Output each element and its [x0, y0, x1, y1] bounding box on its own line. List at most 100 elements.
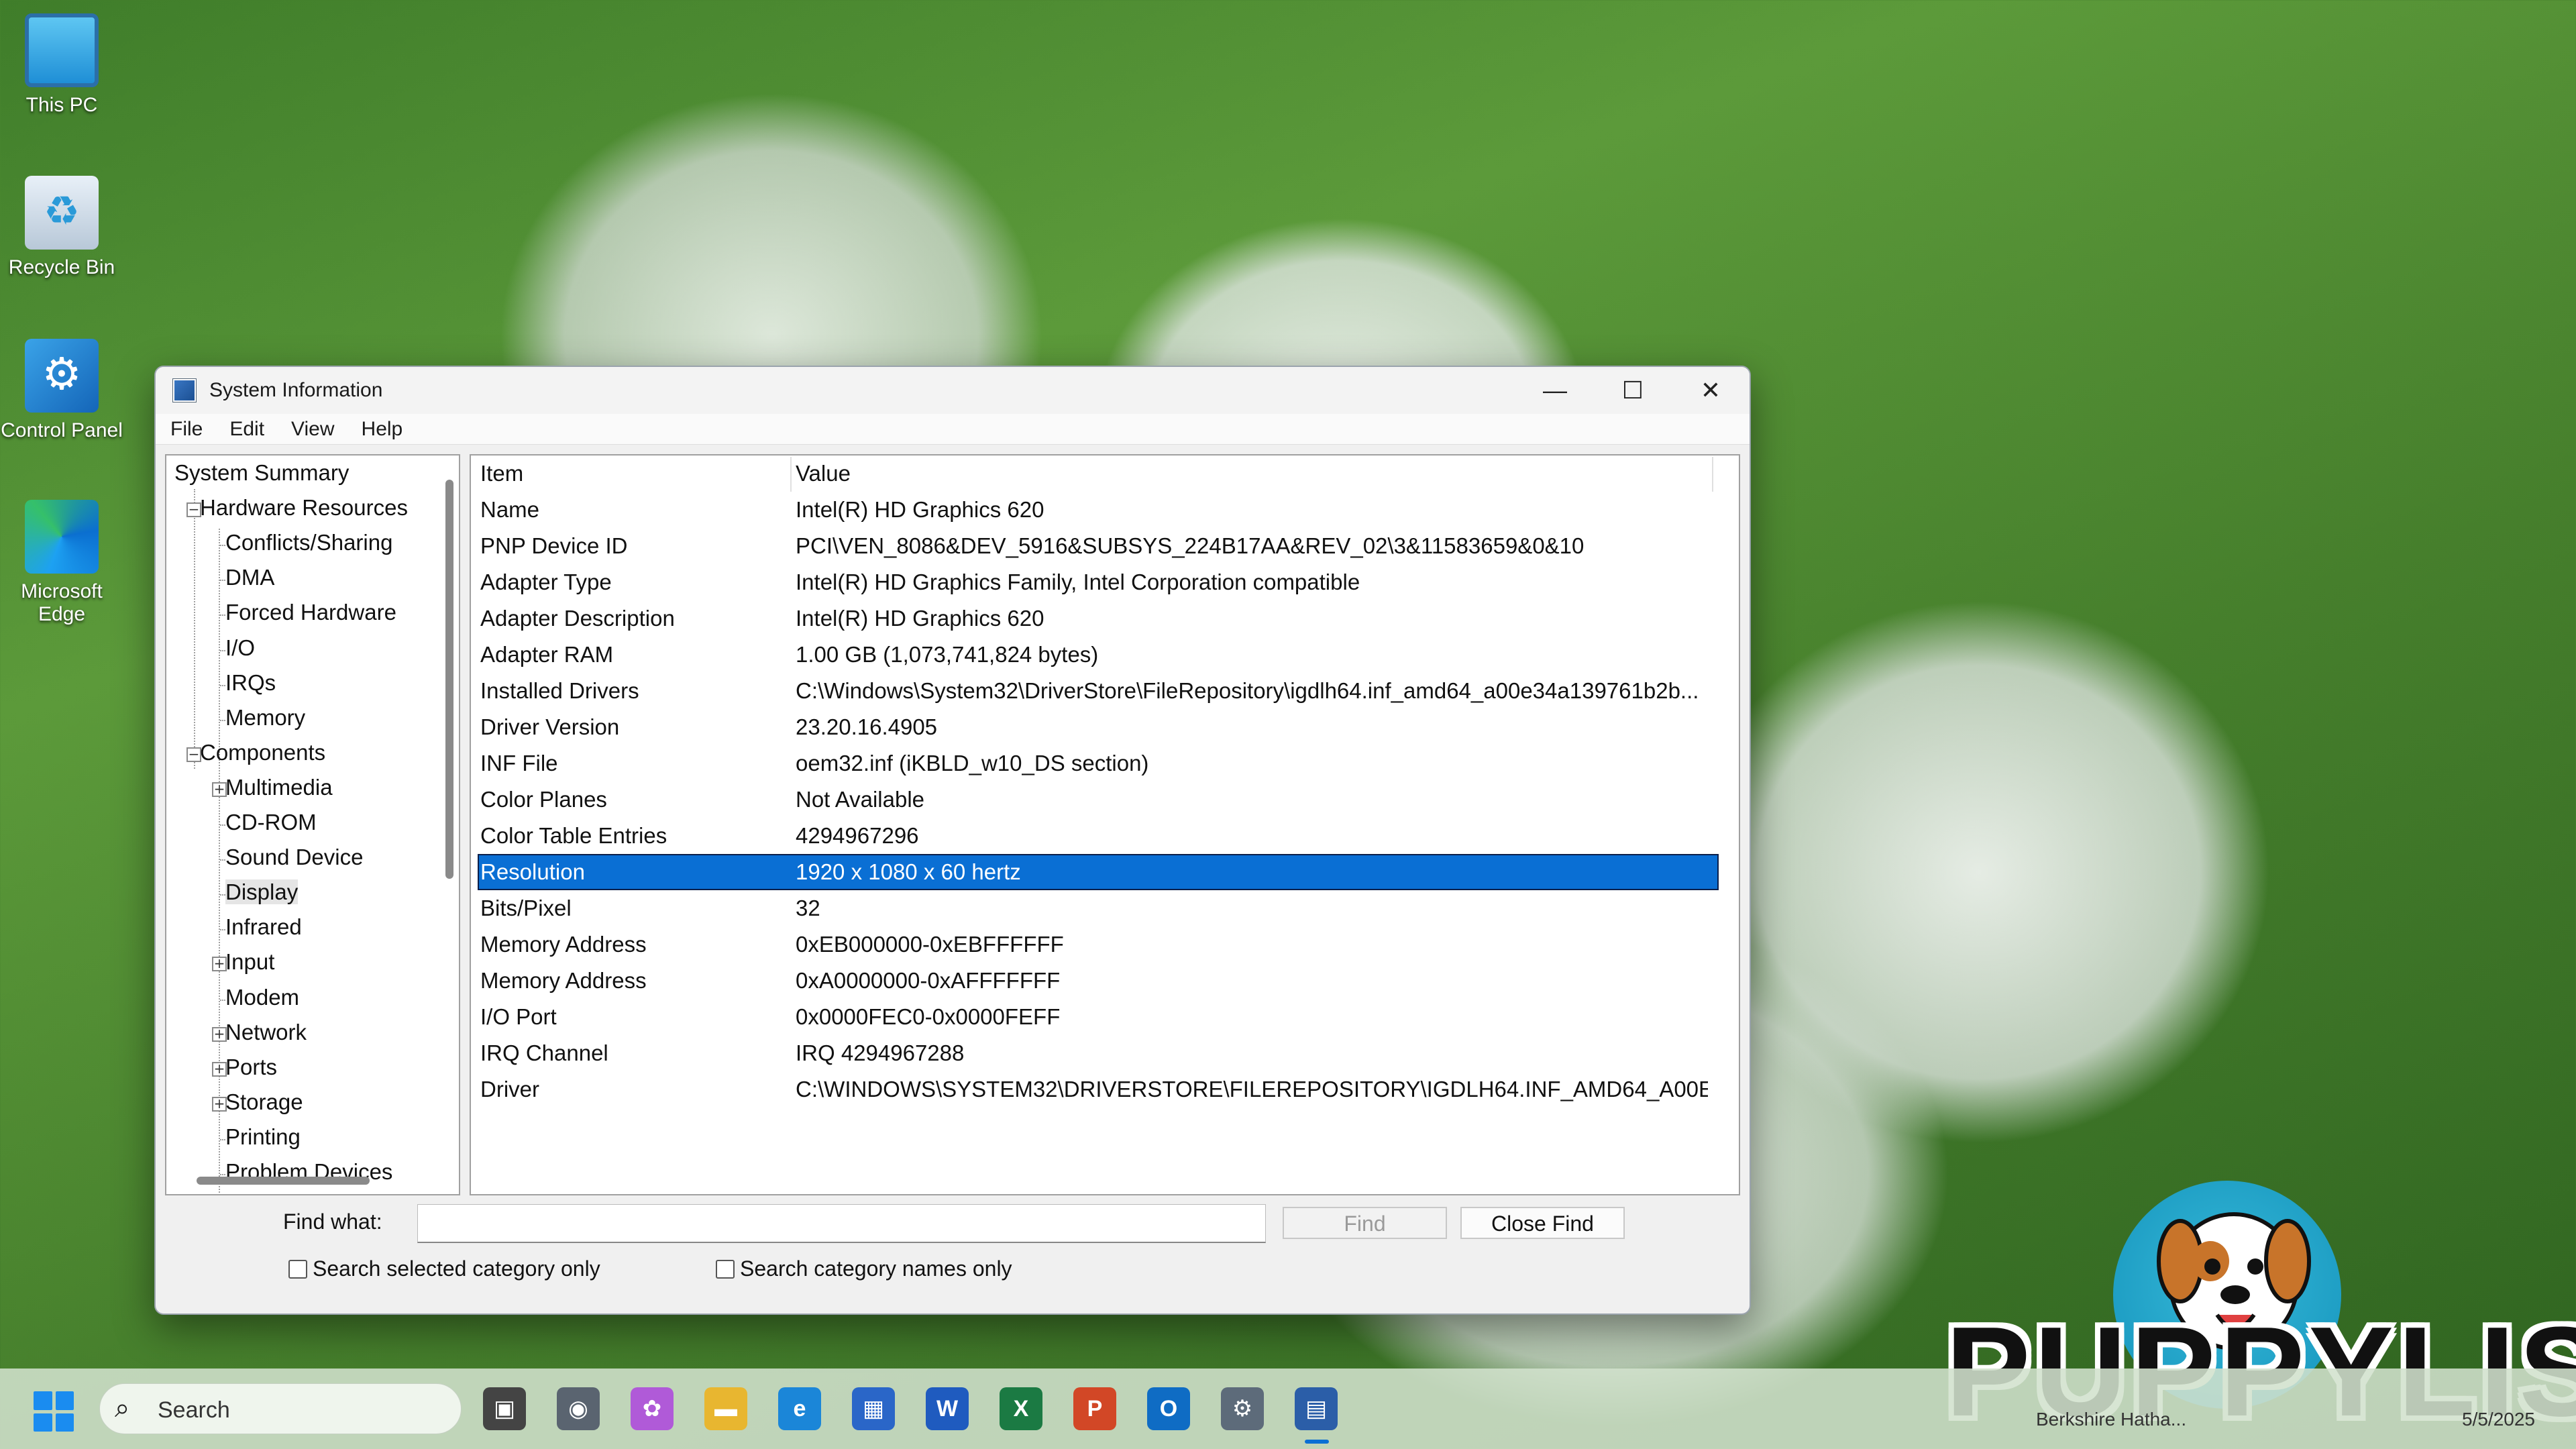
tree-vertical-scrollbar[interactable] — [445, 480, 453, 879]
taskbar-task-view-icon[interactable]: ▣ — [483, 1387, 526, 1430]
table-row[interactable]: Driver C:\WINDOWS\SYSTEM32\DRIVERSTORE\FI… — [478, 1071, 1719, 1108]
table-row[interactable]: Adapter Description Intel(R) HD Graphics … — [478, 600, 1719, 637]
table-row[interactable]: Adapter RAM 1.00 GB (1,073,741,824 bytes) — [478, 637, 1719, 673]
tree-item-hardware-resources[interactable]: Hardware Resources — [200, 493, 408, 527]
tree-item-memory[interactable]: Memory — [225, 703, 305, 737]
menu-file[interactable]: File — [170, 418, 203, 441]
close-button[interactable]: ✕ — [1672, 367, 1750, 414]
expand-icon[interactable]: + — [212, 1026, 227, 1042]
table-row[interactable]: Memory Address 0xA0000000-0xAFFFFFFF — [478, 963, 1719, 999]
menu-view[interactable]: View — [291, 418, 334, 441]
news-widget-subtitle[interactable]: Berkshire Hatha... — [2036, 1409, 2186, 1430]
close-find-button[interactable]: Close Find — [1460, 1207, 1625, 1239]
taskbar-system-information-icon[interactable]: ▤ — [1295, 1387, 1338, 1430]
tree-item-forced-hardware[interactable]: Forced Hardware — [225, 598, 396, 631]
tree-item-input[interactable]: Input — [225, 947, 274, 981]
tree-item-cd-rom[interactable]: CD-ROM — [225, 808, 317, 841]
taskbar-store-icon[interactable]: ▦ — [852, 1387, 895, 1430]
tree-item-label: Ports — [225, 1054, 278, 1079]
tree-item-modem[interactable]: Modem — [225, 983, 299, 1016]
table-row[interactable]: Driver Version 23.20.16.4905 — [478, 709, 1719, 745]
cell-item: Installed Drivers — [480, 678, 639, 703]
taskbar-copilot-icon[interactable]: ✿ — [631, 1387, 674, 1430]
taskbar-powerpoint-icon[interactable]: P — [1073, 1387, 1116, 1430]
expand-icon[interactable]: + — [212, 1061, 227, 1077]
collapse-icon[interactable]: − — [186, 502, 201, 518]
table-row[interactable]: Memory Address 0xEB000000-0xEBFFFFFF — [478, 926, 1719, 963]
expand-icon[interactable]: + — [212, 957, 227, 972]
clock-date[interactable]: 5/5/2025 — [2462, 1409, 2535, 1430]
table-row[interactable]: IRQ Channel IRQ 4294967288 — [478, 1035, 1719, 1071]
expand-icon[interactable]: + — [212, 782, 227, 797]
tree-item-irqs[interactable]: IRQs — [225, 668, 276, 702]
collapse-icon[interactable]: − — [186, 747, 201, 762]
taskbar-search-box[interactable]: ⌕ Search — [99, 1383, 462, 1434]
table-row[interactable]: PNP Device ID PCI\VEN_8086&DEV_5916&SUBSY… — [478, 528, 1719, 564]
table-row[interactable]: Name Intel(R) HD Graphics 620 — [478, 492, 1719, 528]
taskbar-excel-icon[interactable]: X — [1000, 1387, 1042, 1430]
find-button[interactable]: Find — [1283, 1207, 1447, 1239]
desktop-icon-this-pc[interactable]: This PC — [0, 13, 129, 117]
tree-item-printing[interactable]: Printing — [225, 1122, 301, 1156]
tree-item-problem-devices[interactable]: Problem Devices — [225, 1157, 392, 1191]
table-row[interactable]: Bits/Pixel 32 — [478, 890, 1719, 926]
tree-item-display[interactable]: Display — [225, 877, 299, 911]
title-bar[interactable]: System Information — ☐ ✕ — [156, 367, 1750, 414]
tree-connector — [194, 489, 195, 769]
search-category-names-checkbox[interactable]: Search category names only — [716, 1256, 1012, 1281]
tree-connector — [220, 649, 225, 651]
windows-logo-icon — [55, 1391, 74, 1410]
column-header-value[interactable]: Value — [796, 455, 1708, 492]
tree-item-i-o[interactable]: I/O — [225, 633, 255, 667]
tree-item-label: Display — [225, 879, 299, 905]
desktop-icon-control-panel[interactable]: Control Panel — [0, 339, 129, 442]
tree-connector — [220, 719, 225, 721]
taskbar-word-icon[interactable]: W — [926, 1387, 969, 1430]
find-what-input[interactable] — [417, 1204, 1266, 1243]
column-divider[interactable] — [1712, 457, 1713, 492]
tree-item-network[interactable]: Network — [225, 1018, 307, 1051]
desktop-icon-label: Microsoft Edge — [21, 580, 103, 625]
menu-help[interactable]: Help — [362, 418, 403, 441]
details-list[interactable]: Item Value Name Intel(R) HD Graphics 620 P… — [470, 454, 1740, 1195]
menu-edit[interactable]: Edit — [229, 418, 264, 441]
list-header: Item Value — [478, 455, 1719, 492]
tree-item-dma[interactable]: DMA — [225, 563, 274, 596]
minimize-button[interactable]: — — [1516, 367, 1594, 414]
tree-horizontal-scrollbar[interactable] — [197, 1177, 370, 1185]
tree-item-multimedia[interactable]: Multimedia — [225, 773, 333, 806]
checkbox-box[interactable] — [288, 1259, 307, 1279]
category-tree[interactable]: System Summary − Hardware Resources Conflic… — [165, 454, 460, 1195]
tree-item-infrared[interactable]: Infrared — [225, 912, 302, 946]
checkbox-box[interactable] — [716, 1259, 735, 1279]
desktop-icon-microsoft-edge[interactable]: Microsoft Edge — [0, 500, 129, 626]
table-row[interactable]: INF File oem32.inf (iKBLD_w10_DS section) — [478, 745, 1719, 782]
cell-item: PNP Device ID — [480, 533, 628, 558]
tree-item-ports[interactable]: Ports — [225, 1053, 277, 1086]
desktop-icon-recycle-bin[interactable]: Recycle Bin — [0, 176, 129, 279]
tree-item-conflicts-sharing[interactable]: Conflicts/Sharing — [225, 528, 392, 561]
table-row[interactable]: Color Planes Not Available — [478, 782, 1719, 818]
taskbar-settings-icon[interactable]: ⚙ — [1221, 1387, 1264, 1430]
taskbar-camera-icon[interactable]: ◉ — [557, 1387, 600, 1430]
taskbar-file-explorer-icon[interactable]: ▬ — [704, 1387, 747, 1430]
table-row[interactable]: Installed Drivers C:\Windows\System32\Dri… — [478, 673, 1719, 709]
tree-item-components[interactable]: Components — [200, 738, 325, 771]
table-row[interactable]: I/O Port 0x0000FEC0-0x0000FEFF — [478, 999, 1719, 1035]
start-button[interactable] — [34, 1391, 74, 1432]
tree-item-system-summary[interactable]: System Summary — [174, 458, 349, 492]
tree-item-sound-device[interactable]: Sound Device — [225, 843, 363, 876]
search-selected-category-checkbox[interactable]: Search selected category only — [288, 1256, 600, 1281]
maximize-button[interactable]: ☐ — [1594, 367, 1672, 414]
cell-item: IRQ Channel — [480, 1040, 608, 1065]
tree-item-storage[interactable]: Storage — [225, 1087, 303, 1121]
expand-icon[interactable]: + — [212, 1096, 227, 1112]
cell-value: 23.20.16.4905 — [796, 714, 938, 739]
table-row[interactable]: Color Table Entries 4294967296 — [478, 818, 1719, 854]
table-row[interactable]: Adapter Type Intel(R) HD Graphics Family,… — [478, 564, 1719, 600]
taskbar-edge-icon[interactable]: e — [778, 1387, 821, 1430]
column-divider[interactable] — [790, 457, 792, 492]
taskbar-outlook-icon[interactable]: O — [1147, 1387, 1190, 1430]
table-row[interactable]: Resolution 1920 x 1080 x 60 hertz — [478, 854, 1719, 890]
column-header-item[interactable]: Item — [480, 455, 789, 492]
